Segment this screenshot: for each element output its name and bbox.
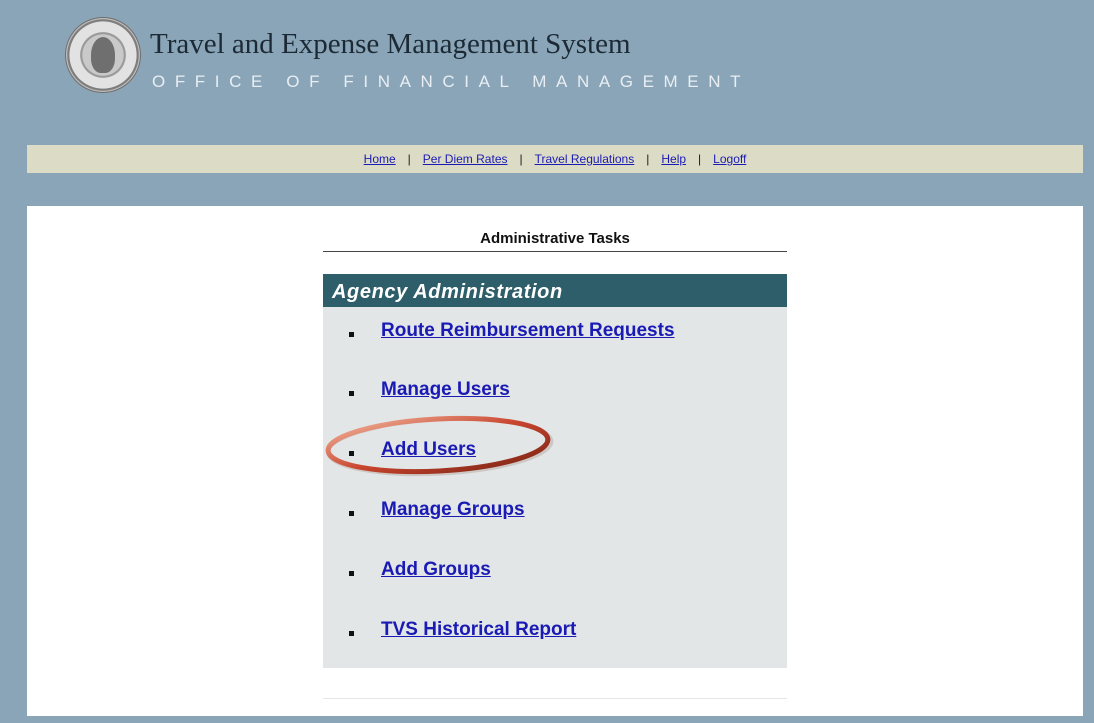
- manage-groups-link[interactable]: Manage Groups: [381, 499, 525, 521]
- seal-portrait: [91, 37, 115, 73]
- bottom-divider: [323, 698, 787, 699]
- nav-separator: |: [519, 152, 523, 166]
- nav-per-diem-link[interactable]: Per Diem Rates: [423, 152, 508, 166]
- bullet-icon: [349, 391, 354, 396]
- bullet-icon: [349, 571, 354, 576]
- bullet-icon: [349, 332, 354, 337]
- route-reimbursement-link[interactable]: Route Reimbursement Requests: [381, 320, 675, 342]
- list-item: Route Reimbursement Requests: [323, 320, 787, 350]
- list-item: TVS Historical Report: [323, 619, 787, 649]
- nav-separator: |: [407, 152, 411, 166]
- nav-logoff-link[interactable]: Logoff: [713, 152, 746, 166]
- app-subtitle: OFFICE OF FINANCIAL MANAGEMENT: [152, 72, 751, 91]
- page-title: Administrative Tasks: [480, 230, 630, 247]
- app-title: Travel and Expense Management System: [150, 28, 631, 60]
- title-divider: [323, 251, 787, 252]
- nav-travel-regulations-link[interactable]: Travel Regulations: [535, 152, 635, 166]
- top-nav: Home | Per Diem Rates | Travel Regulatio…: [27, 145, 1083, 173]
- list-item: Add Groups: [323, 559, 787, 589]
- site-header: Travel and Expense Management System OFF…: [0, 0, 1094, 145]
- add-users-link[interactable]: Add Users: [381, 439, 476, 461]
- bullet-icon: [349, 451, 354, 456]
- list-item: Manage Users: [323, 379, 787, 409]
- section-header: Agency Administration: [323, 274, 787, 307]
- list-item: Manage Groups: [323, 499, 787, 529]
- main-content: Administrative Tasks Agency Administrati…: [27, 206, 1083, 716]
- nav-home-link[interactable]: Home: [364, 152, 396, 166]
- bullet-icon: [349, 631, 354, 636]
- tvs-historical-report-link[interactable]: TVS Historical Report: [381, 619, 576, 641]
- bullet-icon: [349, 511, 354, 516]
- nav-separator: |: [646, 152, 650, 166]
- nav-help-link[interactable]: Help: [661, 152, 686, 166]
- agency-admin-panel: Agency Administration Route Reimbursemen…: [323, 274, 787, 668]
- manage-users-link[interactable]: Manage Users: [381, 379, 510, 401]
- add-groups-link[interactable]: Add Groups: [381, 559, 491, 581]
- state-seal-icon: [65, 17, 141, 93]
- list-item: Add Users: [323, 439, 787, 469]
- nav-separator: |: [698, 152, 702, 166]
